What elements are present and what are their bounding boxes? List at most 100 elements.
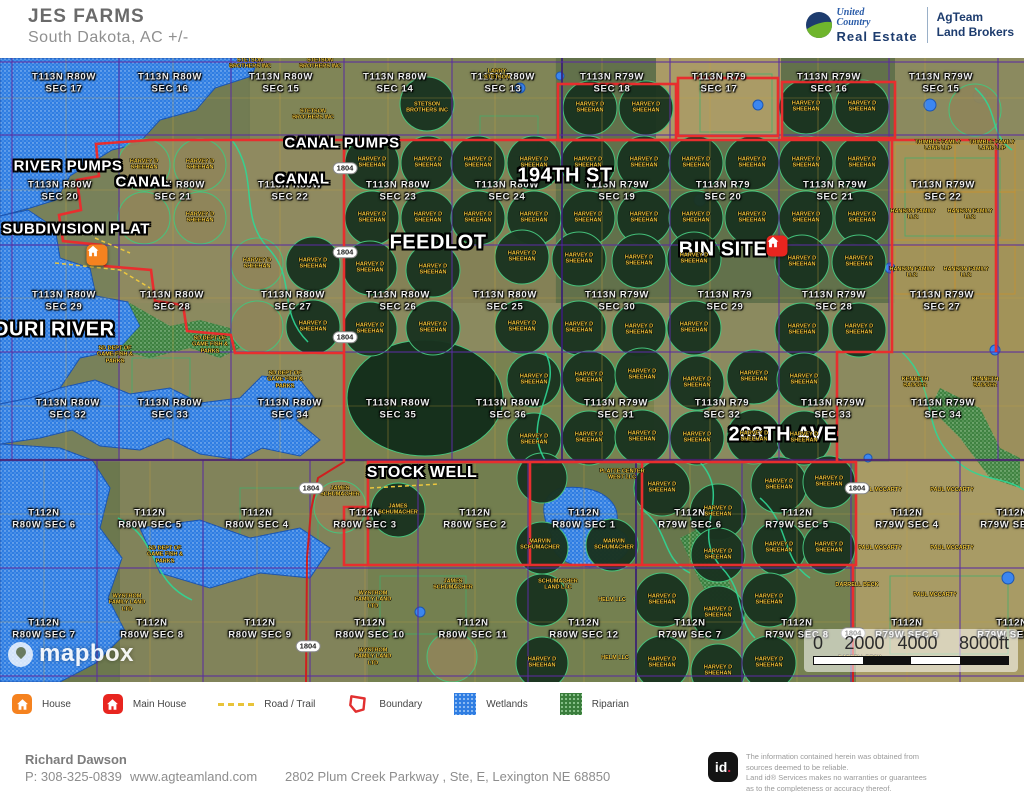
section-number: SEC 16: [797, 84, 861, 96]
owner-label: JAMES SCHUMACHER: [317, 486, 363, 499]
township-label: T113N R79W: [580, 72, 644, 84]
section-label: T112NR79W SEC 5: [765, 508, 829, 533]
legend-icon-road: [218, 703, 254, 706]
footer: Richard Dawson P: 308-325-0839 www.agtea…: [0, 722, 1024, 792]
owner-label: HARVEY D SHEEHAN: [746, 594, 792, 607]
township-label: T112N: [12, 508, 76, 520]
township-label: T113N R80W: [366, 180, 430, 192]
section-number: SEC 34: [911, 410, 975, 422]
owner-label: HARVEY D SHEEHAN: [673, 157, 719, 170]
map[interactable]: T113N R80W SEC 17 T113N R80W SEC 16 T113N R8…: [0, 58, 1024, 682]
owner-label: PAUL MCCARTY: [912, 592, 958, 598]
owner-label: HARVEY D SHEEHAN: [839, 157, 885, 170]
poi-label: SUBDIVISION PLAT: [2, 221, 150, 238]
township-label: T113N R79W: [910, 290, 974, 302]
owner-label: HARVEY D SHEEHAN: [290, 258, 336, 271]
owner-label: HARVEY D SHEEHAN: [290, 321, 336, 334]
owner-label: HARVEY D SHEEHAN: [567, 102, 613, 115]
section-number: SEC 23: [366, 192, 430, 204]
house-marker: [87, 245, 108, 266]
township-label: T113N R80W: [249, 72, 313, 84]
township-label: T113N R80W: [366, 290, 430, 302]
township-label: T112N: [118, 508, 182, 520]
township-label: T112N: [12, 618, 76, 630]
owner-label: HANSON FAMILY LLC: [947, 209, 993, 222]
owner-label: HARVEY D SHEEHAN: [674, 377, 720, 390]
highway-shield: 1804: [296, 640, 321, 652]
owner-label: HARVEY D SHEEHAN: [781, 374, 827, 387]
owner-label: HARVEY D SHEEHAN: [499, 321, 545, 334]
section-number: SEC 18: [580, 84, 644, 96]
legend-label: Boundary: [379, 699, 422, 710]
legend-icon-house: [12, 694, 32, 714]
owner-label: HARVEY D SHEEHAN: [410, 322, 456, 335]
owner-label: HARVEY D SHEEHAN: [779, 256, 825, 269]
owner-label: HARVEY D SHEEHAN: [616, 255, 662, 268]
section-label: T112NR80W SEC 1: [552, 508, 616, 533]
section-label: T113N R80WSEC 26: [366, 290, 430, 315]
section-label: T113N R80WSEC 27: [261, 290, 325, 315]
owner-label: HARVEY D SHEEHAN: [839, 212, 885, 225]
section-label: T113N R79WSEC 16: [797, 72, 861, 97]
disclaimer-line: Land id® Services makes no warranties or…: [746, 773, 1014, 784]
section-label: T113N R79WSEC 18: [580, 72, 644, 97]
section-label: T112NR79W SEC 7: [658, 618, 722, 643]
united-country-logo: United Country Real Estate: [806, 8, 918, 43]
owner-label: LARRY STETSON: [474, 69, 520, 82]
township-label: T112N: [225, 508, 289, 520]
owner-label: PAUL MCCARTY: [929, 545, 975, 551]
legend-icon-wetlands: [454, 693, 476, 715]
section-label: T113N R79WSEC 31: [584, 398, 648, 423]
poi-label: RIVER PUMPS: [14, 158, 123, 175]
section-label: T113N R79SEC 32: [695, 398, 749, 423]
legend-item: Main House: [103, 694, 186, 714]
app: JES FARMS South Dakota, AC +/- United Co…: [0, 0, 1024, 792]
township-label: T113N R80W: [473, 290, 537, 302]
owner-label: HARVEY D SHEEHAN: [695, 506, 741, 519]
section-label: T113N R79WSEC 21: [803, 180, 867, 205]
section-number: SEC 29: [698, 302, 752, 314]
township-label: T113N R80W: [36, 398, 100, 410]
legend-item: Riparian: [560, 693, 629, 715]
owner-label: HARVEY D SHEEHAN: [783, 101, 829, 114]
highway-shield: 1804: [299, 482, 324, 494]
township-label: T112N: [443, 508, 507, 520]
owner-label: STETSON BROTHERS INC: [290, 109, 336, 122]
section-number: SEC 15: [909, 84, 973, 96]
township-label: T113N R79: [696, 180, 750, 192]
township-label: T113N R80W: [28, 180, 92, 192]
township-label: T112N: [980, 508, 1024, 520]
section-label: T113N R79SEC 29: [698, 290, 752, 315]
owner-label: HARVEY D SHEEHAN: [499, 251, 545, 264]
owner-label: HANSON FAMILY LLC: [943, 267, 989, 280]
township-label: T113N R80W: [261, 290, 325, 302]
section-number: SEC 20: [696, 192, 750, 204]
owner-label: JAMES SCHUMACHER: [375, 504, 421, 517]
uc-word-united: United: [837, 8, 918, 18]
section-number: SEC 25: [473, 302, 537, 314]
section-label: T113N R80WSEC 23: [366, 180, 430, 205]
owner-label: HARVEY D SHEEHAN: [756, 479, 802, 492]
legend-icon-riparian: [560, 693, 582, 715]
section-number: SEC 17: [692, 84, 746, 96]
section-number: R80W SEC 1: [552, 520, 616, 532]
owner-label: HELM LLC: [592, 655, 638, 661]
owner-label: HARVEY D SHEEHAN: [729, 212, 775, 225]
section-number: SEC 20: [28, 192, 92, 204]
section-label: T112NR80W SEC 7: [12, 618, 76, 643]
section-label: T112NR79W SEC 4: [875, 508, 939, 533]
section-label: T113N R80WSEC 25: [473, 290, 537, 315]
section-label: T113N R79WSEC 22: [911, 180, 975, 205]
legend-item: Boundary: [347, 693, 422, 715]
owner-label: HARVEY D SHEEHAN: [519, 657, 565, 670]
website-link[interactable]: www.agteamland.com: [130, 769, 285, 784]
mapbox-logo[interactable]: mapbox: [8, 640, 134, 668]
agent-phone: P: 308-325-0839: [25, 769, 130, 784]
section-label: T113N R80WSEC 14: [363, 72, 427, 97]
scale-number-0: 0: [813, 633, 823, 654]
owner-label: HARVEY D SHEEHAN: [619, 369, 665, 382]
owner-label: HARVEY D SHEEHAN: [177, 159, 223, 172]
address: 2802 Plum Creek Parkway , Ste, E, Lexing…: [285, 769, 610, 784]
section-label: T113N R80WSEC 33: [138, 398, 202, 423]
section-number: SEC 22: [258, 192, 322, 204]
